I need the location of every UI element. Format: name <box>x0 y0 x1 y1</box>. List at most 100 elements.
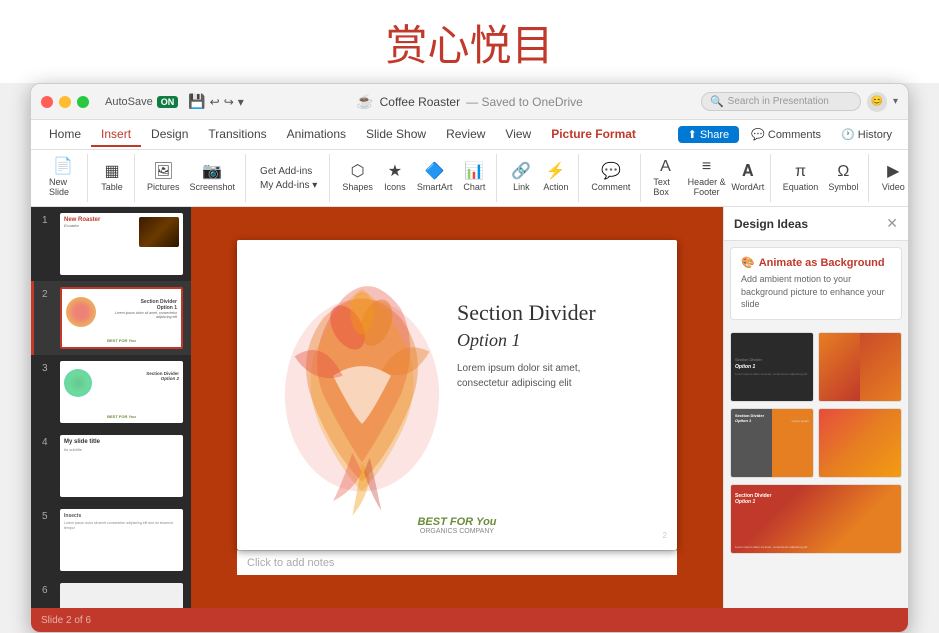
my-addins-button[interactable]: My Add-ins ▾ <box>254 179 323 192</box>
group-tables: ▦ Table <box>90 154 135 202</box>
slide-item-1[interactable]: 1 New Roaster Ecuador <box>31 207 191 281</box>
slide-panel[interactable]: 1 New Roaster Ecuador 2 Section DividerO… <box>31 207 191 608</box>
video-icon: ▶ <box>887 164 899 180</box>
app-title-area: 赏心悦目 <box>0 0 939 83</box>
maximize-button[interactable] <box>77 96 89 108</box>
share-button[interactable]: ⬆ Share <box>678 126 740 143</box>
search-placeholder: Search in Presentation <box>728 96 829 107</box>
shapes-button[interactable]: ⬡ Shapes <box>338 162 377 194</box>
animate-background-card[interactable]: 🎨 Animate as Background Add ambient moti… <box>730 247 902 320</box>
slide-thumbnail-3[interactable]: Section DividerOption 2 BEST FOR You <box>60 361 183 423</box>
canvas-footer: BEST FOR You ORGANICS COMPANY <box>417 516 496 535</box>
design-thumb-2[interactable] <box>818 332 902 402</box>
wordart-button[interactable]: 𝐀 WordArt <box>732 162 764 194</box>
slide-number-4: 4 <box>42 437 54 448</box>
slide-item-3[interactable]: 3 Section DividerOption 2 BEST FOR You <box>31 355 191 429</box>
slide-item-4[interactable]: 4 My slide title Its subtitle <box>31 429 191 503</box>
design-thumb-1[interactable]: Section Divider Option 1 Lorem ipsum dol… <box>730 332 814 402</box>
autosave-badge[interactable]: ON <box>157 96 179 108</box>
comments-icon: 💬 <box>751 128 765 141</box>
minimize-button[interactable] <box>59 96 71 108</box>
design-thumbnails: Section Divider Option 1 Lorem ipsum dol… <box>724 326 908 560</box>
slide-thumbnail-2[interactable]: Section DividerOption 1 Lorem ipsum dolo… <box>60 287 183 349</box>
chart-button[interactable]: 📊 Chart <box>458 162 490 194</box>
screenshot-button[interactable]: 📷 Screenshot <box>186 162 240 194</box>
slide-item-5[interactable]: 5 Insects Lorem ipsum dolor sit amet con… <box>31 503 191 577</box>
slide-thumbnail-4[interactable]: My slide title Its subtitle <box>60 435 183 497</box>
toolbar-icon-1[interactable]: 💾 <box>188 93 205 110</box>
equation-icon: π <box>795 164 806 180</box>
window-controls <box>41 96 89 108</box>
equation-button[interactable]: π Equation <box>779 162 823 194</box>
thumb1-image <box>139 217 179 247</box>
new-slide-button[interactable]: 📄 New Slide <box>45 157 81 199</box>
notes-bar[interactable]: Click to add notes <box>237 550 677 575</box>
comments-button[interactable]: 💬 Comments <box>743 126 829 143</box>
canvas-body: Lorem ipsum dolor sit amet,consectetur a… <box>457 361 657 391</box>
tab-slideshow[interactable]: Slide Show <box>356 123 436 147</box>
toolbar-icon-3[interactable]: ↪ <box>224 95 234 109</box>
thumb3-footer: BEST FOR You <box>107 414 136 419</box>
table-button[interactable]: ▦ Table <box>96 162 128 194</box>
pictures-button[interactable]: 🖼 Pictures <box>143 162 184 194</box>
main-content: 1 New Roaster Ecuador 2 Section DividerO… <box>31 207 908 608</box>
video-button[interactable]: ▶ Video <box>877 162 909 194</box>
design-panel-close-button[interactable]: ✕ <box>886 215 898 232</box>
design-thumb-row-3: Section DividerOption 1 Lorem ipsum dolo… <box>730 484 902 554</box>
profile-avatar[interactable]: 😊 <box>867 92 887 112</box>
ribbon-tools-bar: 📄 New Slide ▦ Table 🖼 Pictures 📷 Screens… <box>31 150 908 206</box>
tab-review[interactable]: Review <box>436 123 495 147</box>
tab-picture-format[interactable]: Picture Format <box>541 123 646 147</box>
ribbon-tabs: Home Insert Design Transitions Animation… <box>31 120 908 150</box>
symbol-button[interactable]: Ω Symbol <box>824 162 862 194</box>
action-button[interactable]: ⚡ Action <box>539 162 572 194</box>
titlebar-right: 🔍 Search in Presentation 😊 ▾ <box>701 92 898 112</box>
thumb2-subtext: Lorem ipsum dolor sit amet, consectetura… <box>115 311 177 319</box>
headerfooter-icon: ≡ <box>702 159 711 175</box>
slide-canvas[interactable]: Section Divider Option 1 Lorem ipsum dol… <box>237 240 677 550</box>
slide-thumbnail-5[interactable]: Insects Lorem ipsum dolor sit amet conse… <box>60 509 183 571</box>
design-thumb-3[interactable]: Section DividerOption 1 Lorem ipsum <box>730 408 814 478</box>
tab-transitions[interactable]: Transitions <box>198 123 276 147</box>
textbox-icon: A <box>660 159 671 175</box>
get-addins-button[interactable]: Get Add-ins <box>254 165 323 178</box>
group-symbols: π Equation Ω Symbol <box>773 154 870 202</box>
link-button[interactable]: 🔗 Link <box>505 162 537 194</box>
thumb3-art <box>64 369 92 397</box>
icons-button[interactable]: ★ Icons <box>379 162 411 194</box>
headerfooter-button[interactable]: ≡ Header & Footer <box>683 157 729 199</box>
tab-animations[interactable]: Animations <box>277 123 356 147</box>
thumb5-title: Insects <box>64 513 179 519</box>
tab-home[interactable]: Home <box>39 123 91 147</box>
comment-button[interactable]: 💬 Comment <box>587 162 634 194</box>
document-title-area: ☕ Coffee Roaster — Saved to OneDrive <box>356 93 583 110</box>
design-panel-title: Design Ideas <box>734 217 808 231</box>
design-thumb-5[interactable]: Section DividerOption 1 Lorem ipsum dolo… <box>730 484 902 554</box>
canvas-text-area: Section Divider Option 1 Lorem ipsum dol… <box>457 300 657 391</box>
slide-item-6[interactable]: 6 <box>31 577 191 608</box>
search-icon: 🔍 <box>710 95 724 108</box>
slide-item-2[interactable]: 2 Section DividerOption 1 Lorem ipsum do… <box>31 281 191 355</box>
slide-thumbnail-1[interactable]: New Roaster Ecuador <box>60 213 183 275</box>
smartart-button[interactable]: 🔷 SmartArt <box>413 162 457 194</box>
toolbar-icon-2[interactable]: ↩ <box>210 95 220 109</box>
history-button[interactable]: 🕐 History <box>833 126 900 143</box>
chart-icon: 📊 <box>464 164 484 180</box>
close-button[interactable] <box>41 96 53 108</box>
ribbon-right-actions: ⬆ Share 💬 Comments 🕐 History <box>678 126 900 143</box>
addins-group: Get Add-ins My Add-ins ▾ <box>254 165 323 192</box>
design-thumb-4[interactable] <box>818 408 902 478</box>
toolbar-icon-4[interactable]: ▾ <box>238 95 244 109</box>
tab-design[interactable]: Design <box>141 123 198 147</box>
profile-dropdown[interactable]: ▾ <box>893 96 898 107</box>
tab-view[interactable]: View <box>495 123 541 147</box>
thumb4-title: My slide title <box>64 439 179 445</box>
thumb4-subtitle: Its subtitle <box>64 447 179 452</box>
autosave-label: AutoSave <box>105 96 153 108</box>
textbox-button[interactable]: A Text Box <box>649 157 681 199</box>
search-box[interactable]: 🔍 Search in Presentation <box>701 92 861 111</box>
design-thumb-row-2: Section DividerOption 1 Lorem ipsum <box>730 408 902 478</box>
group-slides: 📄 New Slide <box>39 154 88 202</box>
wordart-icon: 𝐀 <box>742 164 753 180</box>
tab-insert[interactable]: Insert <box>91 123 141 147</box>
